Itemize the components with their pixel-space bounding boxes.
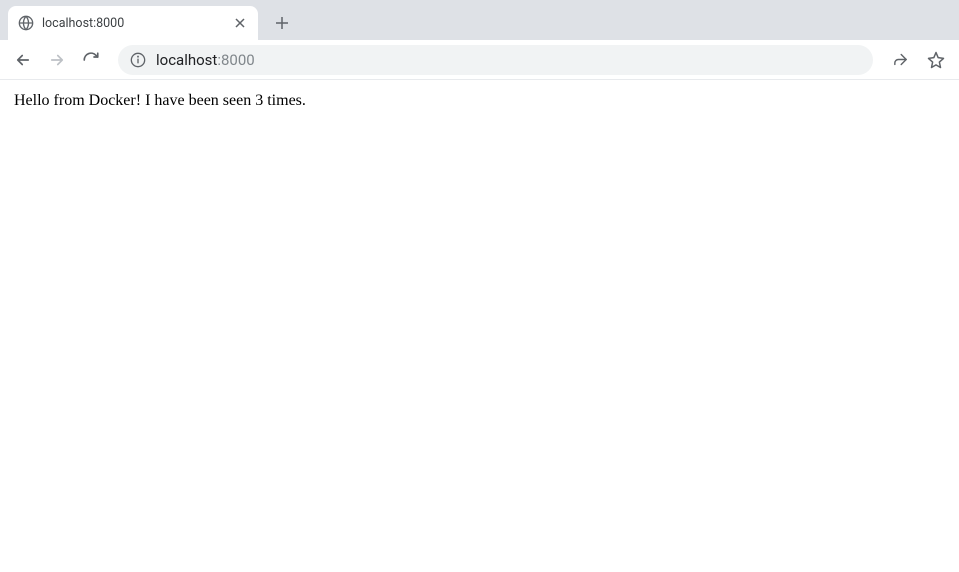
browser-tab[interactable]: localhost:8000: [8, 6, 258, 40]
forward-button[interactable]: [42, 45, 72, 75]
toolbar: localhost:8000: [0, 40, 959, 80]
close-icon[interactable]: [232, 15, 248, 31]
share-button[interactable]: [885, 45, 915, 75]
bookmark-button[interactable]: [921, 45, 951, 75]
url-host: localhost: [156, 51, 217, 69]
toolbar-right: [885, 45, 951, 75]
reload-button[interactable]: [76, 45, 106, 75]
tab-bar: localhost:8000: [0, 0, 959, 40]
new-tab-button[interactable]: [268, 9, 296, 37]
tab-title: localhost:8000: [42, 16, 224, 31]
address-bar[interactable]: localhost:8000: [118, 45, 873, 75]
back-button[interactable]: [8, 45, 38, 75]
page-body-text: Hello from Docker! I have been seen 3 ti…: [14, 92, 306, 109]
globe-icon: [18, 15, 34, 31]
url-input[interactable]: localhost:8000: [156, 51, 861, 69]
page-content: Hello from Docker! I have been seen 3 ti…: [0, 80, 959, 122]
info-icon[interactable]: [130, 52, 146, 68]
url-port: :8000: [217, 51, 254, 69]
browser-chrome: localhost:8000: [0, 0, 959, 80]
